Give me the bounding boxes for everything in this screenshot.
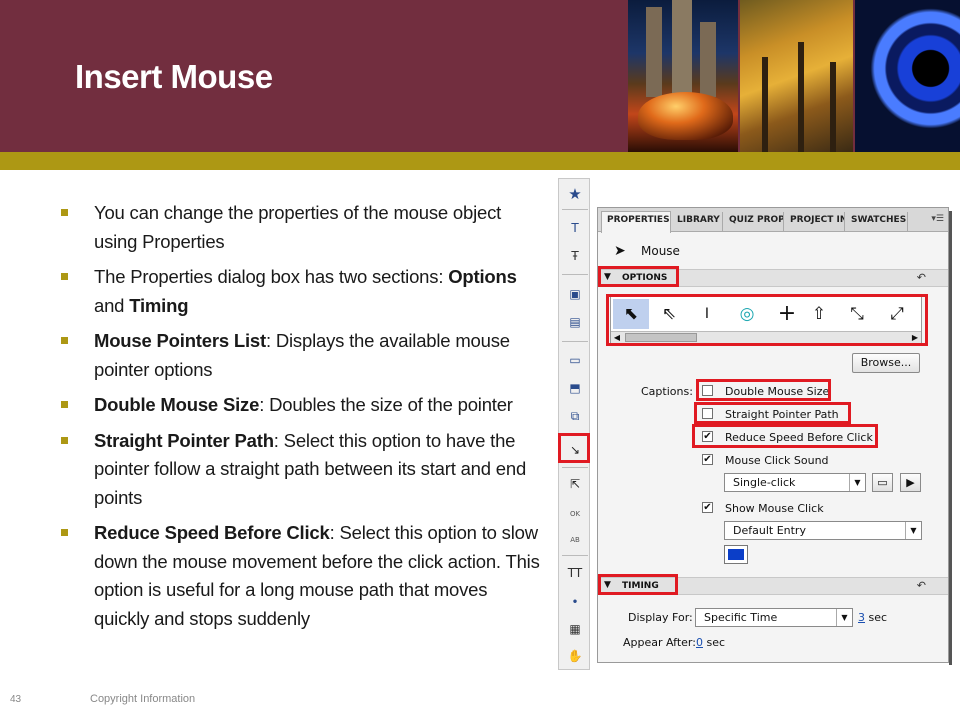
- insert-toolbar: ★ T Ŧ ▣ ▤ ▭ ⬒ ⧉ ↘ ⇱ OK AB TT ∙ ▦ ✋: [558, 178, 590, 670]
- timing-section-header[interactable]: ▼ TIMING ↶: [598, 577, 948, 595]
- scroll-left-icon[interactable]: ◀: [611, 332, 623, 343]
- appear-after-duration: 0 sec: [696, 636, 726, 649]
- arrow-pointer-icon[interactable]: ⬉: [613, 299, 649, 329]
- properties-panel: PROPERTIES LIBRARY QUIZ PROP PROJECT IN …: [597, 207, 952, 665]
- tab-project-info[interactable]: PROJECT IN: [785, 212, 845, 232]
- header-stripe: [0, 152, 960, 170]
- slide-title: Insert Mouse: [75, 58, 273, 95]
- mouse-pointers-list: ⬉ ⇖ I ◎ + ⇧ ⤡ ⤢ ◀ ▶: [610, 296, 922, 344]
- bullet-item: Double Mouse Size: Doubles the size of t…: [60, 391, 540, 420]
- gas-flame-photo: [855, 0, 960, 152]
- click-color-swatch[interactable]: [724, 545, 748, 564]
- click-box-icon[interactable]: ⇱: [565, 475, 585, 493]
- text-animation-icon[interactable]: TT: [565, 564, 585, 582]
- dropdown-arrow-icon: ▼: [849, 474, 865, 491]
- double-mouse-size-checkbox[interactable]: [702, 385, 713, 396]
- sound-select[interactable]: Single-click ▼: [724, 473, 866, 492]
- bullet-list: You can change the properties of the mou…: [60, 199, 540, 640]
- slide-number: 43: [10, 694, 22, 705]
- display-for-label: Display For:: [628, 611, 693, 624]
- pointer-list-scrollbar[interactable]: ◀ ▶: [611, 331, 921, 343]
- options-section-header[interactable]: ▼ OPTIONS ↶: [598, 269, 948, 287]
- show-mouse-click-checkbox[interactable]: ✔: [702, 502, 713, 513]
- diagonal-resize-pointer-icon[interactable]: ⤡: [839, 299, 875, 329]
- dropdown-arrow-icon: ▼: [836, 609, 852, 626]
- autumn-trees-photo: [740, 0, 853, 152]
- play-icon[interactable]: ▶: [900, 473, 921, 492]
- appear-after-label: Appear After:: [623, 636, 696, 649]
- busy-pointer-icon[interactable]: ◎: [729, 299, 765, 329]
- up-arrow-pointer-icon[interactable]: ⇧: [801, 299, 837, 329]
- effects-icon[interactable]: ∙: [565, 592, 585, 610]
- star-icon[interactable]: ★: [565, 185, 585, 203]
- captions-label: Captions:: [641, 385, 693, 398]
- dropdown-arrow-icon: ▼: [905, 522, 921, 539]
- text-entry-box-icon[interactable]: AB: [565, 531, 585, 549]
- video-icon[interactable]: ▦: [565, 620, 585, 638]
- mouse-click-sound-checkbox[interactable]: ✔: [702, 454, 713, 465]
- reset-icon[interactable]: ↶: [917, 271, 926, 284]
- panel-menu-icon[interactable]: ▾☰: [931, 214, 944, 224]
- display-for-seconds-link[interactable]: 3: [858, 611, 865, 624]
- display-for-duration: 3 sec: [858, 611, 888, 624]
- straight-pointer-path-checkbox[interactable]: [702, 408, 713, 419]
- text-entry-icon[interactable]: Ŧ: [565, 247, 585, 265]
- tab-library[interactable]: LIBRARY: [672, 212, 723, 232]
- folder-icon[interactable]: ▭: [872, 473, 893, 492]
- browse-button[interactable]: Browse...: [852, 353, 920, 373]
- reduce-speed-label: Reduce Speed Before Click: [725, 431, 873, 444]
- bullet-item: The Properties dialog box has two sectio…: [60, 263, 540, 320]
- straight-pointer-path-label: Straight Pointer Path: [725, 408, 839, 421]
- collapse-arrow-icon: ▼: [604, 580, 611, 590]
- image-icon[interactable]: ▣: [565, 285, 585, 303]
- highlight-box-icon[interactable]: ▭: [565, 351, 585, 369]
- image-slide-icon[interactable]: ▤: [565, 313, 585, 331]
- rollover-slidelet-icon[interactable]: ⧉: [565, 407, 585, 425]
- panel-tabs: PROPERTIES LIBRARY QUIZ PROP PROJECT IN …: [598, 208, 948, 233]
- bullet-item: Mouse Pointers List: Displays the availa…: [60, 327, 540, 384]
- ibeam-pointer-icon[interactable]: I: [689, 299, 725, 329]
- arrow-outline-pointer-icon[interactable]: ⇖: [651, 299, 687, 329]
- bullet-item: You can change the properties of the mou…: [60, 199, 540, 256]
- text-caption-icon[interactable]: T: [565, 219, 585, 237]
- scroll-thumb[interactable]: [625, 333, 697, 342]
- object-name: Mouse: [641, 244, 680, 258]
- rollover-caption-icon[interactable]: ⬒: [565, 379, 585, 397]
- click-style-select[interactable]: Default Entry ▼: [724, 521, 922, 540]
- reset-icon[interactable]: ↶: [917, 579, 926, 592]
- tab-quiz-properties[interactable]: QUIZ PROP: [724, 212, 784, 232]
- copyright-text: Copyright Information: [90, 693, 196, 705]
- cursor-icon: ➤: [614, 243, 626, 259]
- tab-properties[interactable]: PROPERTIES: [601, 211, 671, 233]
- bullet-item: Reduce Speed Before Click: Select this o…: [60, 519, 540, 633]
- diagonal-resize-alt-pointer-icon[interactable]: ⤢: [879, 299, 915, 329]
- reduce-speed-checkbox[interactable]: ✔: [702, 431, 713, 442]
- display-for-select[interactable]: Specific Time ▼: [695, 608, 853, 627]
- appear-after-seconds-link[interactable]: 0: [696, 636, 703, 649]
- crosshair-pointer-icon[interactable]: +: [769, 299, 805, 329]
- city-photo: [628, 0, 738, 152]
- bullet-item: Straight Pointer Path: Select this optio…: [60, 427, 540, 513]
- scroll-right-icon[interactable]: ▶: [909, 332, 921, 343]
- double-mouse-size-label: Double Mouse Size: [725, 385, 830, 398]
- mouse-click-sound-label: Mouse Click Sound: [725, 454, 829, 467]
- show-mouse-click-label: Show Mouse Click: [725, 502, 824, 515]
- collapse-arrow-icon: ▼: [604, 272, 611, 282]
- tab-swatches[interactable]: SWATCHES: [846, 212, 908, 232]
- interaction-icon[interactable]: ✋: [565, 647, 585, 665]
- mouse-icon[interactable]: ↘: [565, 441, 585, 459]
- button-icon[interactable]: OK: [565, 505, 585, 523]
